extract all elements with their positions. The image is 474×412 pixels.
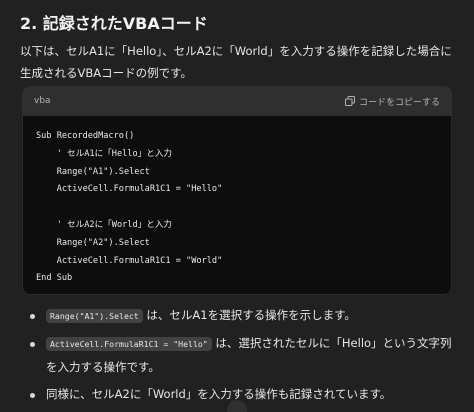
- inline-code: ActiveCell.FormulaR1C1 = "Hello": [46, 337, 212, 351]
- list-item: ActiveCell.FormulaR1C1 = "Hello" は、選択された…: [0, 332, 474, 379]
- copy-icon: [344, 96, 355, 106]
- copy-code-button[interactable]: コードをコピーする: [344, 95, 440, 108]
- copy-code-label: コードをコピーする: [358, 97, 440, 108]
- code-block-header: vba コードをコピーする: [22, 86, 452, 116]
- code-block: vba コードをコピーする Sub RecordedMacro() ' セルA1…: [22, 86, 452, 295]
- bullet-dot: [30, 393, 35, 398]
- explanation-list: Range("A1").Select は、セルA1を選択する操作を示します。 A…: [0, 304, 474, 410]
- list-item-text: 同様に、セルA2に「World」を入力する操作も記録されています。: [46, 387, 392, 401]
- list-item: Range("A1").Select は、セルA1を選択する操作を示します。: [0, 304, 474, 328]
- intro-paragraph: 以下は、セルA1に「Hello」、セルA2に「World」を入力する操作を記録し…: [20, 44, 452, 80]
- bullet-dot: [30, 342, 35, 347]
- code-language-label: vba: [34, 96, 51, 106]
- section-heading: 2. 記録されたVBAコード: [20, 14, 208, 33]
- inline-code: Range("A1").Select: [46, 309, 143, 323]
- bullet-dot: [30, 314, 35, 319]
- code-content: Sub RecordedMacro() ' セルA1に「Hello」と入力 Ra…: [36, 131, 223, 284]
- list-item-text: は、セルA1を選択する操作を示します。: [142, 308, 356, 322]
